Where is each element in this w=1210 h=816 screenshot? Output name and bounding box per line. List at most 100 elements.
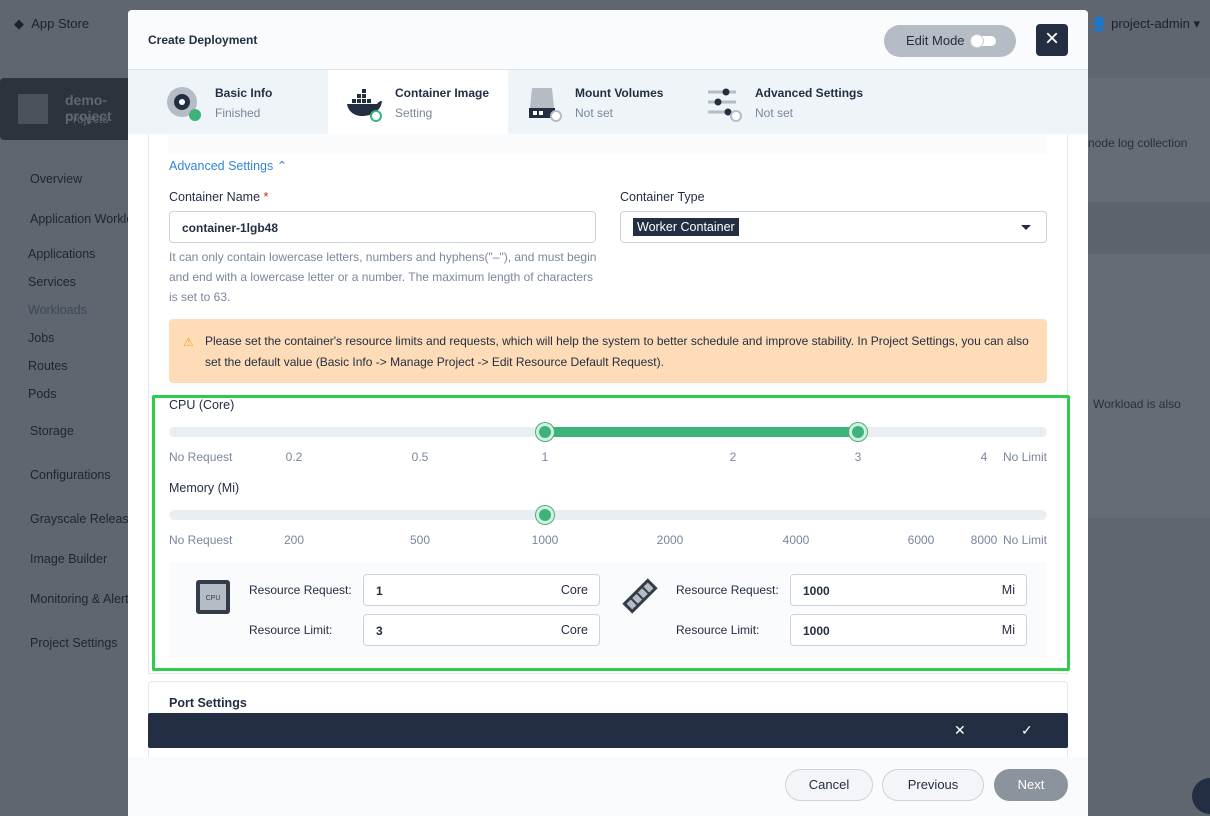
svg-text:CPU: CPU <box>206 595 221 602</box>
sidebar-item[interactable]: Services <box>28 275 76 289</box>
cpu-request-input[interactable]: 1 Core <box>363 574 600 606</box>
disk-icon <box>529 88 562 122</box>
slider-handle[interactable] <box>849 423 867 441</box>
sidebar-item[interactable]: Pods <box>28 387 57 401</box>
memory-label: Memory (Mi) <box>169 481 240 495</box>
step-status: Finished <box>215 106 261 120</box>
app-store-link[interactable]: ◆ App Store <box>14 16 89 32</box>
slider-tick-label: 4 <box>980 450 988 464</box>
create-deployment-modal: Create Deployment Edit Mode × Basic Info… <box>128 10 1088 816</box>
sliders-icon <box>708 88 742 122</box>
unit: Mi <box>1001 583 1015 597</box>
close-button[interactable]: × <box>1036 24 1068 56</box>
sidebar-item[interactable]: Project Settings <box>30 636 118 650</box>
step-mount-volumes[interactable]: Mount Volumes Not set <box>508 70 688 134</box>
memory-icon <box>622 578 658 614</box>
modal-body: Advanced Settings ⌃ Container Name * con… <box>128 134 1088 757</box>
previous-button[interactable]: Previous <box>882 769 984 801</box>
slider-tick-label: 8000 <box>970 533 998 547</box>
sidebar-item[interactable]: Grayscale Release <box>30 512 136 526</box>
cpu-limit-label: Resource Limit: <box>249 623 333 637</box>
slider-tick-label: No Request <box>169 533 233 547</box>
step-status: Setting <box>395 106 433 120</box>
memory-request-input[interactable]: 1000 Mi <box>790 574 1027 606</box>
bg-text: Workload is also <box>1093 397 1181 411</box>
modal-footer: Cancel Previous Next <box>128 757 1088 816</box>
slider-tick-label: 3 <box>854 450 862 464</box>
slider-tick-label: 0.5 <box>411 450 429 464</box>
edit-mode-toggle[interactable]: Edit Mode <box>884 25 1016 57</box>
slider-tick-label: 4000 <box>782 533 810 547</box>
slider-handle[interactable] <box>536 506 554 524</box>
sidebar-item[interactable]: Jobs <box>28 331 54 345</box>
container-name-input[interactable]: container-1lgb48 <box>169 211 596 243</box>
cancel-button[interactable]: Cancel <box>785 769 873 801</box>
container-type-label: Container Type <box>620 190 705 204</box>
selected-value: Worker Container <box>633 218 739 236</box>
step-label: Advanced Settings <box>755 86 864 100</box>
step-label: Mount Volumes <box>575 86 664 100</box>
step-label: Basic Info <box>215 86 273 100</box>
next-button[interactable]: Next <box>994 769 1068 801</box>
steps-bar: Basic Info Finished Container Image Settin… <box>128 70 1088 134</box>
sidebar-item[interactable]: Image Builder <box>30 552 107 566</box>
slider-tick-label: 1000 <box>531 533 559 547</box>
resource-warning: ⚠ Please set the container's resource lim… <box>169 319 1047 383</box>
cancel-icon[interactable]: ✕ <box>954 722 966 739</box>
cpu-label: CPU (Core) <box>169 398 235 412</box>
edit-mode-label: Edit Mode <box>906 33 965 48</box>
memory-limit-input[interactable]: 1000 Mi <box>790 614 1027 646</box>
sidebar-item[interactable]: Workloads <box>28 303 87 317</box>
warning-icon: ⚠ <box>183 335 194 349</box>
cpu-slider[interactable] <box>169 423 1047 441</box>
sidebar-item[interactable]: Routes <box>28 359 68 373</box>
container-type-select[interactable]: Worker Container <box>620 211 1047 243</box>
unit: Mi <box>1001 623 1015 637</box>
chevron-up-icon: ⌃ <box>276 159 288 173</box>
advanced-settings-toggle[interactable]: Advanced Settings ⌃ <box>169 158 287 173</box>
step-status: Not set <box>755 106 794 120</box>
user-name: project-admin <box>1111 16 1190 31</box>
slider-handle[interactable] <box>536 423 554 441</box>
container-name-hint: It can only contain lowercase letters, n… <box>169 250 597 304</box>
value: 1000 <box>803 624 830 638</box>
resource-inputs-panel: CPU Resource Request: Resource Limit: 1 C… <box>169 562 1047 658</box>
memory-limit-label: Resource Limit: <box>676 623 760 637</box>
advanced-settings-label: Advanced Settings <box>169 159 274 173</box>
unit: Core <box>560 583 588 597</box>
value: 3 <box>376 624 383 638</box>
cpu-limit-input[interactable]: 3 Core <box>363 614 600 646</box>
memory-slider[interactable] <box>169 506 1047 524</box>
project-icon <box>18 94 48 124</box>
project-card[interactable]: demo-project Projects <box>0 78 140 140</box>
close-icon: × <box>1044 25 1059 52</box>
cpu-icon: CPU <box>196 580 230 614</box>
step-container-image[interactable]: Container Image Setting <box>328 70 508 134</box>
slider-tick-label: 2000 <box>656 533 684 547</box>
step-basic-info[interactable]: Basic Info Finished <box>148 70 328 134</box>
slider-tick-label: 6000 <box>907 533 935 547</box>
cpu-request-label: Resource Request: <box>249 583 352 597</box>
user-menu[interactable]: 👤 project-admin ▾ <box>1091 16 1200 32</box>
container-name-label: Container Name * <box>169 190 269 204</box>
port-settings-title: Port Settings <box>169 696 247 710</box>
slider-range-fill <box>545 427 858 437</box>
sidebar-item[interactable]: Configurations <box>30 468 111 482</box>
memory-request-label: Resource Request: <box>676 583 779 597</box>
step-advanced-settings[interactable]: Advanced Settings Not set <box>688 70 868 134</box>
sidebar-item[interactable]: Overview <box>30 172 82 186</box>
sidebar-item[interactable]: Storage <box>30 424 74 438</box>
slider-tick-label: 500 <box>409 533 431 547</box>
confirm-bar: ✕ ✓ <box>148 713 1068 748</box>
step-status: Not set <box>575 106 614 120</box>
sidebar-item[interactable]: Applications <box>28 247 95 261</box>
slider-tick-label: 0.2 <box>285 450 303 464</box>
toggle-switch[interactable] <box>970 34 996 48</box>
bg-text: node log collection <box>1088 136 1188 150</box>
app-store-label: App Store <box>31 16 90 31</box>
modal-header: Create Deployment Edit Mode × <box>128 10 1088 70</box>
project-type: Projects <box>65 112 109 126</box>
confirm-icon[interactable]: ✓ <box>1021 722 1033 739</box>
docker-icon <box>347 89 382 122</box>
value: 1000 <box>803 584 830 598</box>
